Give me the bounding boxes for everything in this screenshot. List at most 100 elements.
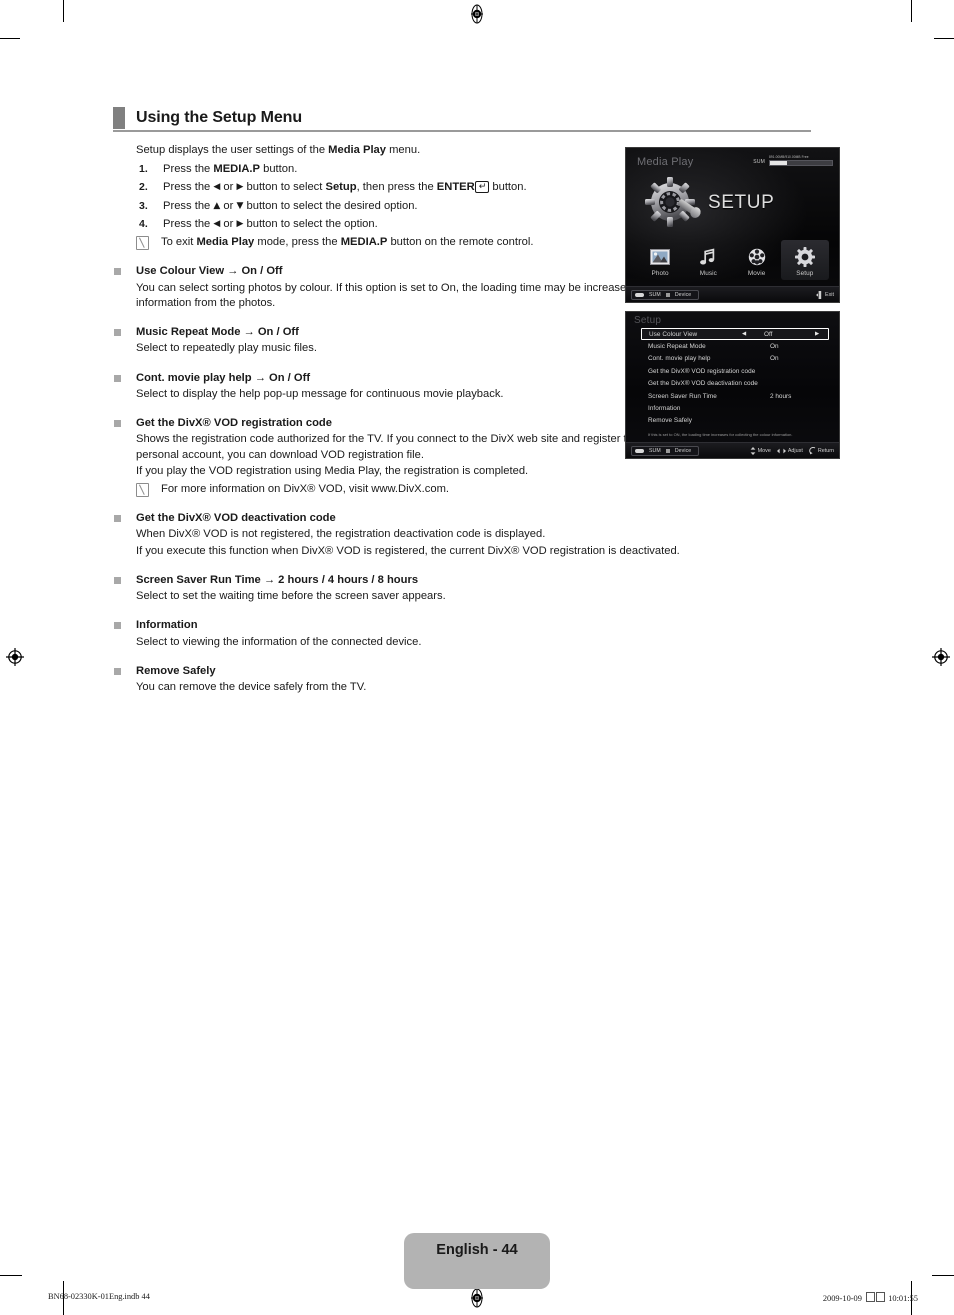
enter-key-icon: ↵ [474,181,490,194]
page-number-badge: English - 44 [404,1233,550,1289]
adjust-leftright-icon [776,448,786,453]
option-title: Remove Safely [136,664,216,677]
photo-icon [636,245,684,269]
return-arrow-icon [809,446,816,454]
tv2-hint-move[interactable]: Move [750,446,771,455]
text-run: To exit [161,236,197,249]
tv-category-setup[interactable]: Setup [780,240,829,280]
tv-category-photo[interactable]: Photo [636,240,684,280]
tv2-setup-row[interactable]: Cont. movie play help On [644,353,831,365]
tv-storage-indicator: SUM 891.00MB/910.00MB Free [753,155,833,166]
tv2-device-label: Device [674,447,692,454]
tv2-setup-row-label: Remove Safely [648,417,692,425]
bullet-square-icon [114,374,121,382]
tv2-help-text: If this is set to ON, the loading time i… [648,432,793,437]
tv2-setup-row[interactable]: Information [644,402,831,414]
tv1-hint-group: Exit [816,290,834,299]
tv2-hint-return-label: Return [817,447,834,454]
option-block: Information Select to viewing the informa… [114,618,760,650]
step-text: Press the ▲ or ▼ button to select the de… [163,200,418,212]
usb-icon [635,292,644,297]
emphasis-text: MEDIA.P [213,163,260,176]
tv-category-movie[interactable]: Movie [733,240,781,280]
step-note-text: To exit Media Play mode, press the MEDIA… [161,236,534,248]
tv2-setup-row[interactable]: Remove Safely [644,415,831,427]
tv1-device-chip[interactable]: SUM Device [631,289,700,300]
tv2-arrow-right-icon[interactable]: ▶ [815,331,819,337]
text-run: or [220,199,237,212]
header-marker-icon [113,107,125,129]
note-pencil-icon [136,236,149,251]
page-number-label: English - 44 [436,1242,518,1258]
tv2-device-chip[interactable]: SUM Device [631,445,700,456]
text-run: button to select [243,181,326,194]
tv-hero-setup: SETUP [644,176,774,230]
tv1-hint-exit-label: Exit [825,291,834,298]
option-body: Select to set the waiting time before th… [136,589,760,604]
option-title: Screen Saver Run Time → 2 hours / 4 hour… [136,573,419,586]
tv1-hint-exit[interactable]: Exit [816,290,834,299]
emphasis-text: ENTER [436,181,475,194]
gear-icon [781,245,829,269]
tv2-setup-row[interactable]: Get the DivX® VOD registration code [644,365,831,377]
tv-media-category-row: Photo Music Movie Setup [636,240,829,280]
bullet-square-icon [114,667,121,675]
footer-time: 10:01:55 [888,1294,918,1303]
tv2-setup-row-label: Cont. movie play help [648,355,711,363]
bullet-square-icon [114,420,121,428]
footer-date: 2009-10-09 [822,1294,862,1303]
tv2-setup-row[interactable]: Get the DivX® VOD deactivation code [644,378,831,390]
intro-text-bold: Media Play [328,144,386,156]
tv1-device-label: Device [674,291,692,298]
tv2-setup-row-label: Music Repeat Mode [648,343,706,351]
tv2-hint-adjust[interactable]: Adjust [776,447,803,455]
tv2-hint-return[interactable]: Return [809,446,834,455]
tv2-arrow-left-icon[interactable]: ◀ [742,331,746,337]
text-run: button. [260,163,298,176]
tv-category-music[interactable]: Music [684,240,732,280]
page-title: Using the Setup Menu [136,109,303,126]
tv2-setup-row-value: 2 hours [770,392,792,400]
tv2-hint-group: Move Adjust Return [750,446,834,455]
tv-storage-device-label: SUM [753,159,765,165]
note-pencil-icon [136,482,149,497]
tv2-setup-row-value: On [770,355,779,363]
tv2-setup-row[interactable]: Screen Saver Run Time 2 hours [644,390,831,402]
option-paragraph: If you play the VOD registration using M… [136,464,529,477]
text-run: button to select the desired option. [243,199,418,212]
emphasis-text: MEDIA.P [340,236,388,249]
text-run: or [220,217,237,230]
text-run: button on the remote control. [387,236,534,249]
tv-hero-label: SETUP [708,192,775,213]
option-paragraph: You can remove the device safely from th… [136,681,367,694]
tv2-setup-row[interactable]: Music Repeat Mode On [644,340,831,352]
footer-timestamp: 2009-10-09 10:01:55 [823,1292,918,1303]
option-body: Select to viewing the information of the… [136,635,760,650]
option-note: For more information on DivX® VOD, visit… [136,482,760,497]
text-run: button. [489,181,527,194]
usb-icon [635,448,644,453]
exit-icon [816,290,822,299]
music-note-icon [684,245,732,269]
tv-category-label: Setup [796,270,814,277]
tv2-setup-row-label: Use Colour View [649,330,698,338]
footer-file-reference: BN68-02330K-01Eng.indb 44 [48,1292,150,1301]
step-text: Press the MEDIA.P button. [163,163,297,175]
bullet-square-icon [114,622,121,630]
option-title: Get the DivX® VOD deactivation code [136,512,336,525]
bullet-square-icon [114,329,121,337]
step-number: 1. [139,163,148,176]
text-run: mode, press the [254,236,341,249]
tv2-setup-row-label: Get the DivX® VOD deactivation code [648,380,758,388]
step-number: 4. [139,217,148,230]
step-number: 2. [139,181,148,194]
tv2-hint-move-label: Move [757,447,771,454]
option-block: Screen Saver Run Time → 2 hours / 4 hour… [114,573,760,604]
tv2-setup-row-value: On [770,343,779,351]
manual-page: Using the Setup Menu Setup displays the … [0,0,954,1315]
film-reel-icon [733,245,781,269]
tv2-bottom-bar: SUM Device Move Adjust Return [626,442,839,458]
tv2-setup-row[interactable]: Use Colour View ◀ ▶ Off [641,328,829,341]
missing-glyph-2 [876,1292,886,1302]
option-paragraph: If you execute this function when DivX® … [136,544,680,557]
